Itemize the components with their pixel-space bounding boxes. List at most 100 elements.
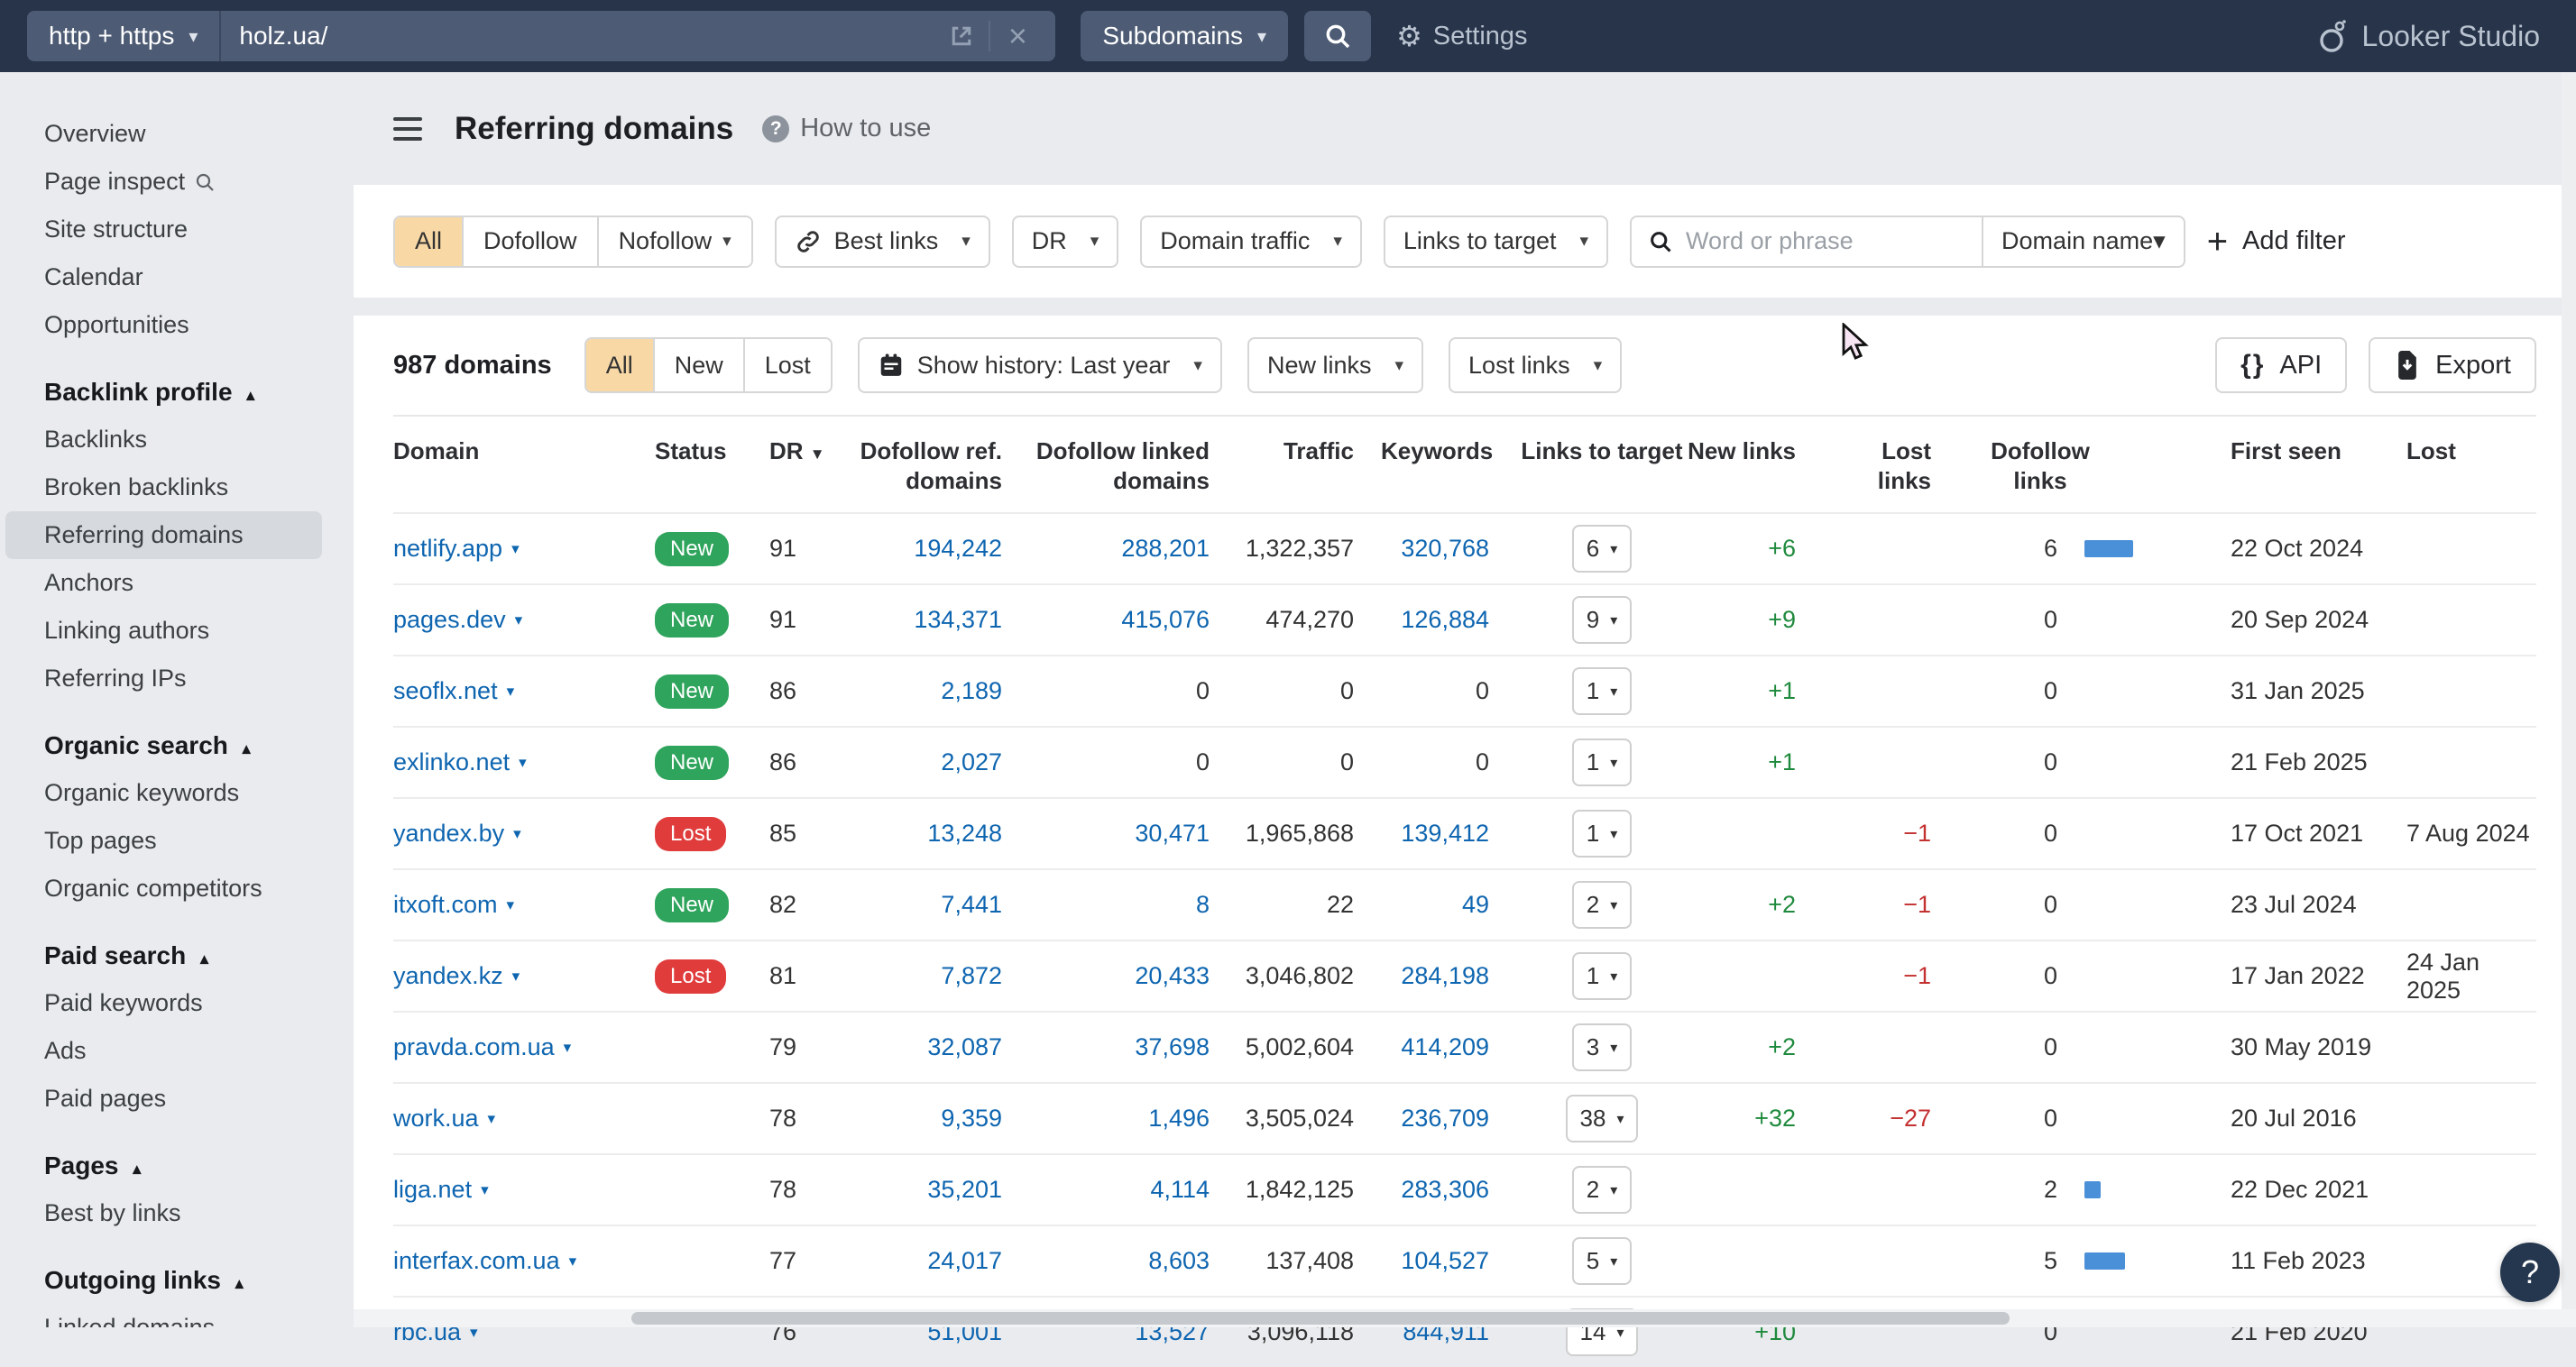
- sidebar-item-broken-backlinks[interactable]: Broken backlinks: [0, 463, 354, 511]
- sidebar-item-paid-pages[interactable]: Paid pages: [0, 1075, 354, 1123]
- col-new-links[interactable]: New links: [1688, 436, 1823, 496]
- keywords-value[interactable]: 414,209: [1381, 1033, 1516, 1061]
- sidebar-item-paid-keywords[interactable]: Paid keywords: [0, 979, 354, 1027]
- view-all-tab[interactable]: All: [586, 339, 655, 391]
- view-new-tab[interactable]: New: [655, 339, 745, 391]
- domain-link[interactable]: yandex.by▾: [393, 820, 521, 848]
- dofollow-ref-domains-value[interactable]: 24,017: [849, 1247, 1029, 1275]
- search-button[interactable]: [1304, 11, 1371, 61]
- domain-link[interactable]: itxoft.com▾: [393, 891, 514, 919]
- domain-caret-icon[interactable]: ▾: [513, 825, 521, 843]
- dofollow-ref-domains-value[interactable]: 2,027: [849, 748, 1029, 776]
- keywords-value[interactable]: 49: [1381, 891, 1516, 919]
- horizontal-scrollbar[interactable]: [354, 1309, 2576, 1327]
- sidebar-item-referring-ips[interactable]: Referring IPs: [0, 655, 354, 702]
- domain-caret-icon[interactable]: ▾: [507, 683, 515, 701]
- dofollow-linked-domains-value[interactable]: 20,433: [1029, 962, 1237, 990]
- dofollow-ref-domains-value[interactable]: 194,242: [849, 535, 1029, 563]
- sidebar-item-linked-domains[interactable]: Linked domains: [0, 1304, 354, 1327]
- domain-caret-icon[interactable]: ▾: [564, 1039, 572, 1057]
- dofollow-linked-domains-value[interactable]: 8: [1029, 891, 1237, 919]
- keywords-value[interactable]: 236,709: [1381, 1105, 1516, 1133]
- domain-caret-icon[interactable]: ▾: [519, 754, 527, 772]
- horizontal-scrollbar-thumb[interactable]: [631, 1312, 2010, 1325]
- dofollow-linked-domains-value[interactable]: 415,076: [1029, 606, 1237, 634]
- dofollow-linked-domains-value[interactable]: 1,496: [1029, 1105, 1237, 1133]
- domain-link[interactable]: netlify.app▾: [393, 535, 520, 563]
- links-to-target-select[interactable]: 1▾: [1572, 810, 1633, 858]
- col-links-to-target[interactable]: Links to target: [1516, 436, 1688, 496]
- filter-dofollow-tab[interactable]: Dofollow: [464, 217, 599, 266]
- col-lost[interactable]: Lost: [2374, 436, 2536, 496]
- domain-link[interactable]: yandex.kz▾: [393, 962, 520, 990]
- api-button[interactable]: {} API: [2215, 337, 2347, 393]
- sidebar-item-organic-keywords[interactable]: Organic keywords: [0, 769, 354, 817]
- phrase-search[interactable]: [1632, 217, 1982, 266]
- keywords-value[interactable]: 126,884: [1381, 606, 1516, 634]
- col-keywords[interactable]: Keywords: [1381, 436, 1516, 496]
- col-dr[interactable]: DR ▼: [759, 436, 849, 496]
- sidebar-item-organic-competitors[interactable]: Organic competitors: [0, 865, 354, 913]
- help-fab-button[interactable]: ?: [2500, 1243, 2560, 1302]
- dofollow-ref-domains-value[interactable]: 13,248: [849, 820, 1029, 848]
- sidebar-item-linking-authors[interactable]: Linking authors: [0, 607, 354, 655]
- menu-icon[interactable]: [393, 117, 422, 141]
- domain-caret-icon[interactable]: ▾: [488, 1110, 496, 1128]
- protocol-select[interactable]: http + https ▾: [27, 11, 221, 61]
- domain-traffic-filter[interactable]: Domain traffic▾: [1140, 216, 1362, 268]
- col-traffic[interactable]: Traffic: [1237, 436, 1381, 496]
- sidebar-group-pages[interactable]: Pages ▴: [0, 1142, 354, 1189]
- sidebar-group-backlink-profile[interactable]: Backlink profile ▴: [0, 368, 354, 416]
- dofollow-ref-domains-value[interactable]: 2,189: [849, 677, 1029, 705]
- links-to-target-select[interactable]: 1▾: [1572, 739, 1633, 786]
- target-input[interactable]: holz.ua/ ×: [221, 11, 1055, 61]
- dofollow-ref-domains-value[interactable]: 32,087: [849, 1033, 1029, 1061]
- keywords-value[interactable]: 139,412: [1381, 820, 1516, 848]
- sidebar-item-anchors[interactable]: Anchors: [0, 559, 354, 607]
- col-lost-links[interactable]: Lost links: [1823, 436, 1958, 496]
- dofollow-linked-domains-value[interactable]: 4,114: [1029, 1176, 1237, 1204]
- sidebar-item-ads[interactable]: Ads: [0, 1027, 354, 1075]
- sidebar-item-overview[interactable]: Overview: [0, 110, 354, 158]
- dofollow-linked-domains-value[interactable]: 37,698: [1029, 1033, 1237, 1061]
- domain-link[interactable]: pages.dev▾: [393, 606, 522, 634]
- links-to-target-select[interactable]: 2▾: [1572, 881, 1633, 929]
- dofollow-ref-domains-value[interactable]: 7,441: [849, 891, 1029, 919]
- domain-caret-icon[interactable]: ▾: [511, 540, 520, 558]
- links-to-target-select[interactable]: 5▾: [1572, 1237, 1633, 1285]
- domain-caret-icon[interactable]: ▾: [507, 896, 515, 914]
- domain-caret-icon[interactable]: ▾: [512, 968, 520, 986]
- search-field-select[interactable]: Domain name▾: [1982, 217, 2184, 266]
- links-to-target-select[interactable]: 9▾: [1572, 596, 1633, 644]
- open-in-new-tab-icon[interactable]: [942, 16, 981, 56]
- sidebar-item-calendar[interactable]: Calendar: [0, 253, 354, 301]
- settings-button[interactable]: ⚙ Settings: [1396, 19, 1527, 53]
- links-to-target-filter[interactable]: Links to target▾: [1384, 216, 1608, 268]
- how-to-use-link[interactable]: ? How to use: [762, 114, 931, 143]
- domain-link[interactable]: interfax.com.ua▾: [393, 1247, 576, 1275]
- sidebar-item-backlinks[interactable]: Backlinks: [0, 416, 354, 463]
- dr-filter[interactable]: DR▾: [1012, 216, 1119, 268]
- domain-link[interactable]: pravda.com.ua▾: [393, 1033, 571, 1061]
- col-dofollow-linked-domains[interactable]: Dofollow linked domains: [1029, 436, 1237, 496]
- sidebar-group-paid-search[interactable]: Paid search ▴: [0, 931, 354, 979]
- clear-target-icon[interactable]: ×: [998, 16, 1037, 56]
- phrase-search-input[interactable]: [1686, 227, 1947, 255]
- show-history-select[interactable]: Show history: Last year▾: [858, 337, 1222, 393]
- vertical-scrollbar[interactable]: [2562, 72, 2576, 1327]
- keywords-value[interactable]: 320,768: [1381, 535, 1516, 563]
- links-to-target-select[interactable]: 38▾: [1566, 1095, 1639, 1142]
- domain-caret-icon[interactable]: ▾: [515, 611, 523, 629]
- sidebar-item-page-inspect[interactable]: Page inspect: [0, 158, 354, 206]
- sidebar-item-opportunities[interactable]: Opportunities: [0, 301, 354, 349]
- dofollow-ref-domains-value[interactable]: 134,371: [849, 606, 1029, 634]
- export-button[interactable]: Export: [2369, 337, 2536, 393]
- links-to-target-select[interactable]: 1▾: [1572, 952, 1633, 1000]
- sidebar-item-best-by-links[interactable]: Best by links: [0, 1189, 354, 1237]
- col-status[interactable]: Status: [655, 436, 759, 496]
- sidebar-group-outgoing-links[interactable]: Outgoing links ▴: [0, 1256, 354, 1304]
- domain-link[interactable]: exlinko.net▾: [393, 748, 527, 776]
- dofollow-ref-domains-value[interactable]: 9,359: [849, 1105, 1029, 1133]
- keywords-value[interactable]: 104,527: [1381, 1247, 1516, 1275]
- scope-select[interactable]: Subdomains ▾: [1081, 11, 1288, 61]
